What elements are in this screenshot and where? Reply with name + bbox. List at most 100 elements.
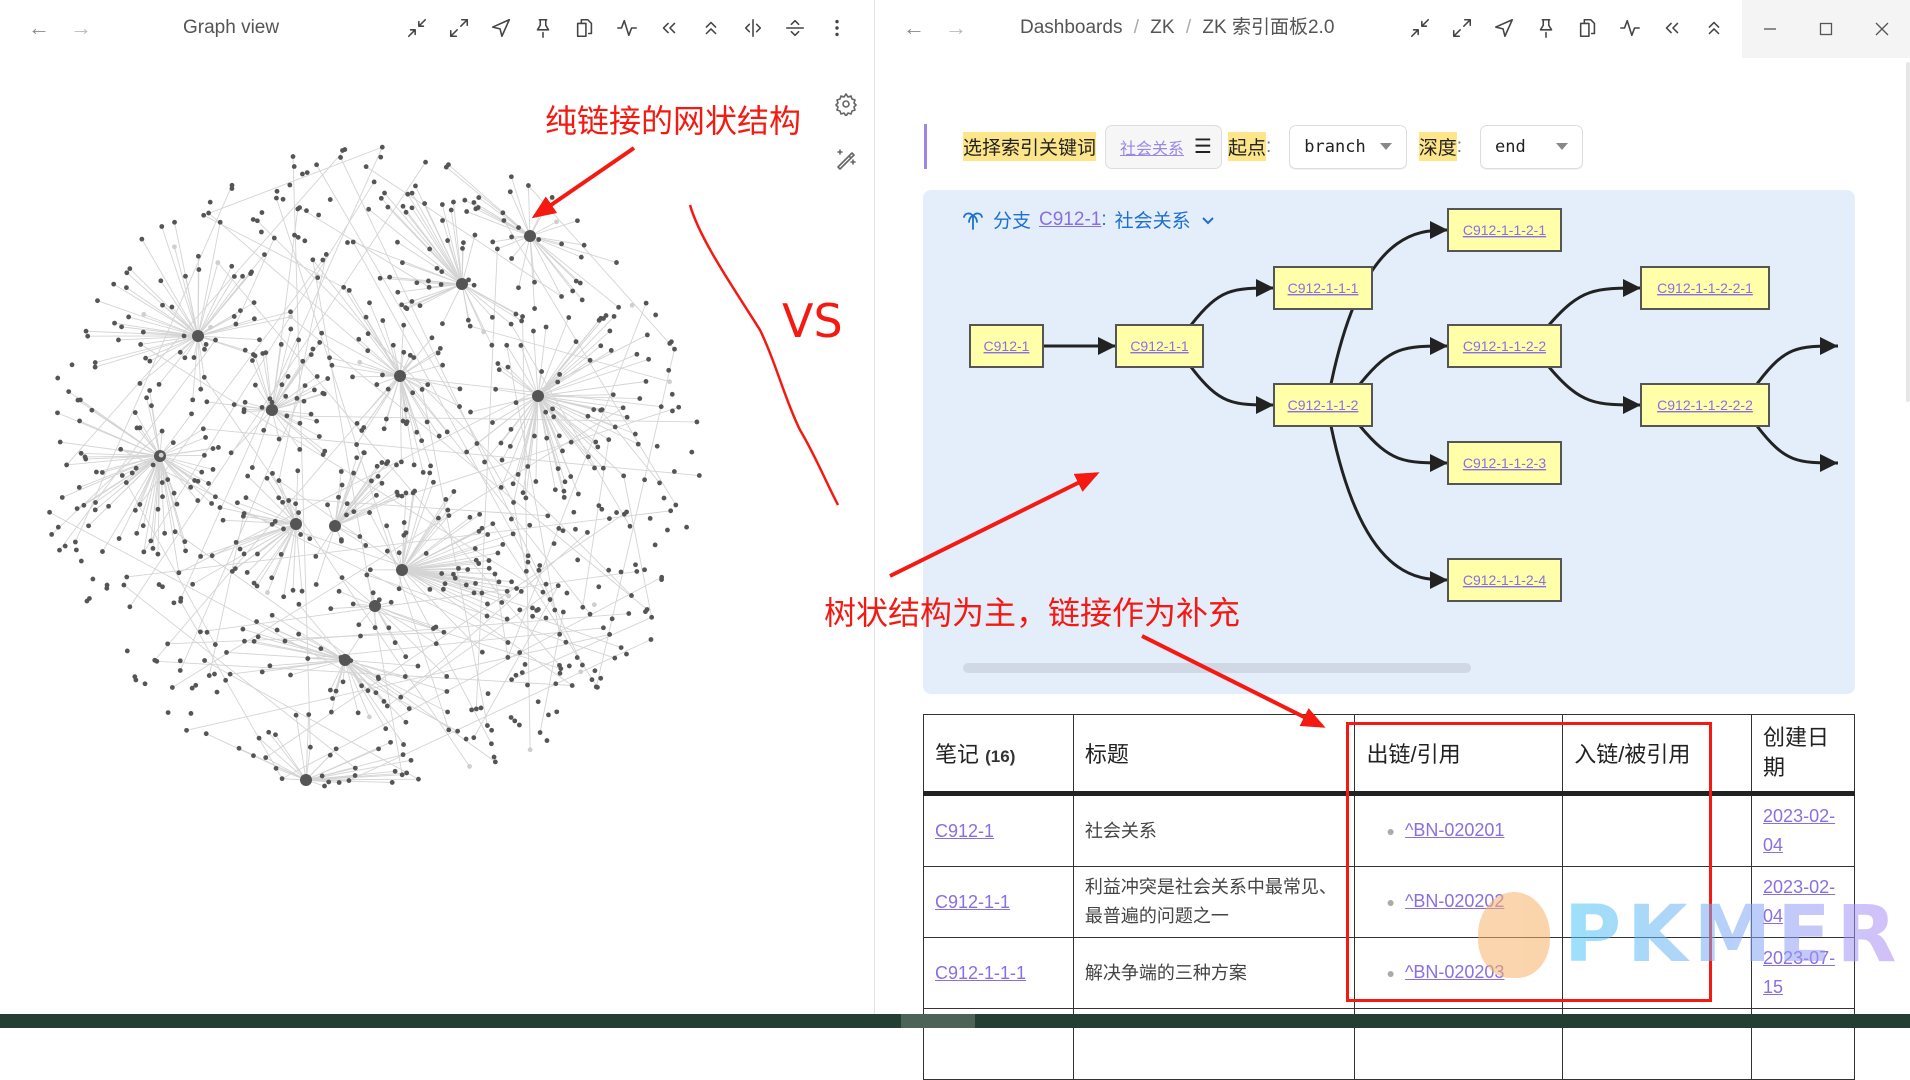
graph-node[interactable] [509, 427, 514, 432]
graph-node[interactable] [486, 691, 491, 696]
graph-node[interactable] [440, 321, 445, 326]
graph-node[interactable] [659, 575, 664, 580]
tree-node[interactable]: C912-1-1 [1116, 325, 1203, 367]
graph-node[interactable] [601, 316, 606, 321]
graph-node[interactable] [206, 211, 211, 216]
graph-node[interactable] [434, 641, 439, 646]
graph-node[interactable] [378, 276, 383, 281]
graph-node[interactable] [476, 561, 481, 566]
graph-node[interactable] [489, 343, 494, 348]
graph-node[interactable] [330, 363, 335, 368]
graph-node[interactable] [500, 458, 505, 463]
graph-node[interactable] [141, 330, 146, 335]
graph-node[interactable] [495, 247, 500, 252]
graph-node[interactable] [138, 342, 143, 347]
graph-node[interactable] [283, 394, 288, 399]
graph-node[interactable] [64, 463, 69, 468]
graph-node[interactable] [354, 455, 359, 460]
knowledge-graph-canvas[interactable] [0, 56, 874, 1056]
graph-node[interactable] [298, 532, 303, 537]
graph-node[interactable] [655, 444, 660, 449]
graph-node[interactable] [237, 746, 242, 751]
graph-node[interactable] [368, 567, 373, 572]
tree-node-label[interactable]: C912-1 [984, 338, 1030, 354]
graph-node[interactable] [536, 568, 541, 573]
graph-node[interactable] [188, 485, 193, 490]
graph-node[interactable] [257, 736, 262, 741]
graph-node[interactable] [171, 440, 176, 445]
graph-node[interactable] [385, 205, 390, 210]
graph-node[interactable] [446, 728, 451, 733]
graph-node[interactable] [345, 501, 350, 506]
graph-node[interactable] [261, 428, 266, 433]
minimize-button[interactable] [1742, 0, 1798, 58]
graph-node[interactable] [511, 500, 516, 505]
graph-node[interactable] [213, 494, 218, 499]
graph-node[interactable] [75, 506, 80, 511]
graph-node[interactable] [240, 274, 245, 279]
graph-node[interactable] [211, 446, 216, 451]
graph-node[interactable] [204, 399, 209, 404]
graph-node[interactable] [400, 494, 405, 499]
graph-node[interactable] [178, 596, 183, 601]
graph-node[interactable] [199, 470, 204, 475]
graph-node[interactable] [544, 582, 549, 587]
graph-node[interactable] [201, 213, 206, 218]
graph-node[interactable] [391, 343, 396, 348]
graph-node[interactable] [260, 210, 265, 215]
graph-node[interactable] [531, 329, 536, 334]
graph-node[interactable] [242, 639, 247, 644]
graph-node[interactable] [464, 209, 469, 214]
graph-node[interactable] [196, 479, 201, 484]
graph-node[interactable] [499, 485, 504, 490]
graph-node[interactable] [165, 477, 170, 482]
graph-node[interactable] [305, 656, 310, 661]
graph-node[interactable] [557, 663, 562, 668]
graph-node[interactable] [79, 451, 84, 456]
maximize-button[interactable] [1798, 0, 1854, 58]
graph-node[interactable] [182, 539, 187, 544]
graph-node[interactable] [100, 549, 105, 554]
graph-node[interactable] [86, 523, 91, 528]
graph-node[interactable] [320, 774, 325, 779]
graph-node[interactable] [235, 500, 240, 505]
graph-node[interactable] [178, 668, 183, 673]
graph-node[interactable] [238, 308, 243, 313]
graph-node[interactable] [70, 362, 75, 367]
graph-node[interactable] [245, 570, 250, 575]
note-link[interactable]: C912-1 [935, 821, 994, 841]
graph-node[interactable] [649, 637, 654, 642]
graph-node[interactable] [218, 505, 223, 510]
graph-node[interactable] [380, 481, 385, 486]
graph-node[interactable] [525, 464, 530, 469]
graph-node[interactable] [672, 469, 677, 474]
graph-node[interactable] [208, 325, 213, 330]
graph-node[interactable] [270, 613, 275, 618]
graph-node[interactable] [205, 630, 210, 635]
graph-node[interactable] [250, 358, 255, 363]
graph-node[interactable] [485, 614, 490, 619]
graph-node[interactable] [287, 183, 292, 188]
graph-node[interactable] [399, 460, 404, 465]
graph-node[interactable] [697, 473, 702, 478]
graph-node[interactable] [481, 329, 486, 334]
graph-node[interactable] [412, 463, 417, 468]
graph-node[interactable] [559, 294, 564, 299]
graph-node[interactable] [280, 382, 285, 387]
graph-node[interactable] [297, 447, 302, 452]
graph-node[interactable] [302, 399, 307, 404]
graph-node[interactable] [364, 573, 369, 578]
graph-node[interactable] [554, 709, 559, 714]
graph-hub-node[interactable] [300, 774, 312, 786]
graph-node[interactable] [363, 543, 368, 548]
graph-node[interactable] [437, 434, 442, 439]
graph-node[interactable] [590, 677, 595, 682]
graph-node[interactable] [232, 314, 237, 319]
graph-node[interactable] [83, 455, 88, 460]
graph-node[interactable] [673, 503, 678, 508]
tree-node-label[interactable]: C912-1-1 [1130, 338, 1189, 354]
graph-node[interactable] [252, 581, 257, 586]
graph-hub-node[interactable] [394, 370, 406, 382]
graph-node[interactable] [403, 654, 408, 659]
vertical-scrollbar[interactable] [1906, 62, 1910, 402]
